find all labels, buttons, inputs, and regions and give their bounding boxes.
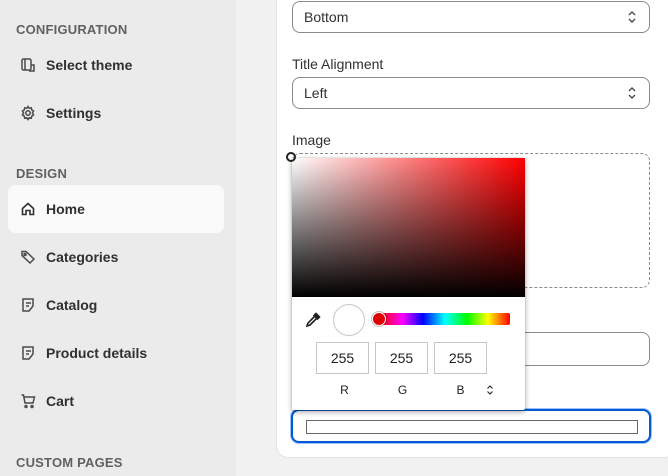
hue-slider[interactable] — [380, 313, 510, 325]
sidebar-item-categories[interactable]: Categories — [8, 233, 224, 281]
eyedropper-icon[interactable] — [304, 311, 322, 329]
green-channel-label: G — [397, 383, 408, 397]
sidebar-item-label: Cart — [46, 393, 75, 409]
theme-icon — [20, 57, 36, 73]
current-color-swatch — [333, 304, 365, 336]
cart-icon — [20, 393, 36, 409]
list-icon — [20, 297, 36, 313]
green-channel-input[interactable]: 255 — [375, 342, 428, 374]
sidebar-item-cart[interactable]: Cart — [8, 377, 224, 425]
sidebar-item-label: Categories — [46, 249, 119, 265]
sidebar-item-label: Catalog — [46, 297, 98, 313]
sidebar-item-product-details[interactable]: Product details — [8, 329, 224, 377]
title-alignment-label: Title Alignment — [292, 56, 384, 72]
color-picker-popup: 255 255 255 R G B — [286, 152, 525, 410]
sidebar-item-label: Select theme — [46, 57, 133, 73]
position-select[interactable]: Bottom — [292, 1, 650, 33]
sidebar-item-label: Home — [46, 201, 85, 217]
sidebar-item-settings[interactable]: Settings — [8, 89, 224, 137]
title-alignment-select[interactable]: Left — [292, 77, 650, 109]
sidebar-item-label: Product details — [46, 345, 148, 361]
format-toggle-icon[interactable] — [485, 384, 495, 396]
sidebar-item-catalog[interactable]: Catalog — [8, 281, 224, 329]
color-value-input[interactable] — [306, 420, 638, 434]
section-title-custom-pages: CUSTOM PAGES — [16, 455, 123, 470]
section-title-design: DESIGN — [16, 166, 68, 181]
hue-slider-thumb[interactable] — [372, 312, 386, 326]
blue-channel-input[interactable]: 255 — [434, 342, 487, 374]
section-title-configuration: CONFIGURATION — [16, 22, 128, 37]
red-channel-label: R — [340, 383, 349, 397]
position-select-value: Bottom — [304, 9, 349, 25]
tag-icon — [20, 249, 36, 265]
color-field[interactable] — [291, 409, 651, 443]
chevron-up-down-icon — [628, 11, 636, 23]
gear-icon — [20, 105, 36, 121]
sidebar-item-label: Settings — [46, 105, 102, 121]
list-icon — [20, 345, 36, 361]
home-icon — [20, 201, 36, 217]
sidebar-item-home[interactable]: Home — [8, 185, 224, 233]
saturation-value-area[interactable] — [286, 152, 525, 297]
blue-channel-label: B — [456, 383, 465, 397]
red-channel-input[interactable]: 255 — [316, 342, 369, 374]
title-alignment-value: Left — [304, 85, 328, 101]
image-label: Image — [292, 132, 331, 148]
saturation-cursor[interactable] — [286, 152, 296, 162]
sidebar-item-select-theme[interactable]: Select theme — [8, 41, 224, 89]
chevron-up-down-icon — [628, 87, 636, 99]
sidebar: CONFIGURATION Select theme Settings DESI… — [0, 0, 236, 476]
